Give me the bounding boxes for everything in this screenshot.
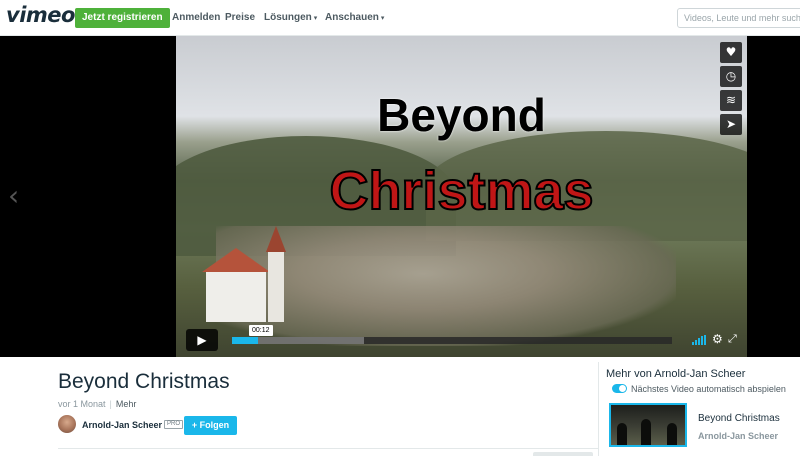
video-frame-church bbox=[202, 226, 286, 322]
video-title: Beyond Christmas bbox=[58, 370, 230, 393]
autoplay-label: Nächstes Video automatisch abspielen bbox=[631, 384, 786, 394]
sidebar-divider bbox=[598, 362, 599, 456]
progress-bar[interactable] bbox=[232, 337, 672, 344]
avatar[interactable] bbox=[58, 415, 76, 433]
more-link[interactable]: Mehr bbox=[116, 399, 137, 409]
layers-icon[interactable]: ≋ bbox=[720, 90, 742, 111]
time-tooltip: 00:12 bbox=[249, 325, 273, 336]
nav-watch-label: Anschauen bbox=[325, 12, 379, 23]
video-meta: vor 1 Monat | Mehr bbox=[58, 399, 137, 409]
related-video-thumbnail[interactable] bbox=[609, 403, 687, 447]
video-overlay-title-line1: Beyond bbox=[377, 89, 546, 141]
settings-gear-icon[interactable]: ⚙ bbox=[712, 332, 723, 346]
clock-icon[interactable]: ◷ bbox=[720, 66, 742, 87]
sidebar-heading[interactable]: Mehr von Arnold-Jan Scheer bbox=[606, 368, 745, 380]
nav-login[interactable]: Anmelden bbox=[172, 12, 220, 23]
send-icon[interactable]: ➤ bbox=[720, 114, 742, 135]
tab-stub bbox=[533, 452, 593, 456]
progress-played bbox=[232, 337, 259, 344]
fullscreen-icon[interactable]: ⤢ bbox=[728, 332, 737, 346]
follow-button[interactable]: + Folgen bbox=[184, 416, 237, 435]
search-input[interactable]: Videos, Leute und mehr suchen bbox=[677, 8, 800, 28]
video-age: vor 1 Monat bbox=[58, 399, 106, 409]
nav-solutions-label: Lösungen bbox=[264, 12, 312, 23]
chevron-down-icon: ▾ bbox=[380, 15, 385, 22]
nav-watch[interactable]: Anschauen ▾ bbox=[325, 12, 384, 23]
player-controls: ▶ 00:12 ⚙ ⤢ bbox=[186, 325, 742, 353]
previous-video-arrow-icon[interactable]: ‹ bbox=[8, 179, 19, 212]
video-overlay-title-line2: Christmas bbox=[328, 160, 594, 222]
related-video-author[interactable]: Arnold-Jan Scheer bbox=[698, 431, 778, 441]
autoplay-toggle[interactable] bbox=[612, 384, 627, 393]
video-player[interactable]: Beyond Christmas bbox=[176, 36, 747, 357]
nav-solutions[interactable]: Lösungen ▾ bbox=[264, 12, 317, 23]
player-side-buttons: ♥ ◷ ≋ ➤ bbox=[720, 42, 742, 138]
play-button[interactable]: ▶ bbox=[186, 329, 218, 351]
related-video-title[interactable]: Beyond Christmas bbox=[698, 413, 780, 424]
nav-pricing[interactable]: Preise bbox=[225, 12, 255, 23]
heart-icon[interactable]: ♥ bbox=[720, 42, 742, 63]
top-navigation-bar: vimeo Jetzt registrieren Anmelden Preise… bbox=[0, 0, 800, 36]
volume-icon[interactable] bbox=[692, 335, 706, 345]
divider bbox=[58, 448, 598, 449]
pro-badge: PRO bbox=[164, 420, 184, 429]
author-name[interactable]: Arnold-Jan Scheer bbox=[82, 420, 162, 430]
join-button[interactable]: Jetzt registrieren bbox=[75, 8, 170, 28]
chevron-down-icon: ▾ bbox=[313, 15, 318, 22]
vimeo-logo[interactable]: vimeo bbox=[6, 3, 75, 27]
